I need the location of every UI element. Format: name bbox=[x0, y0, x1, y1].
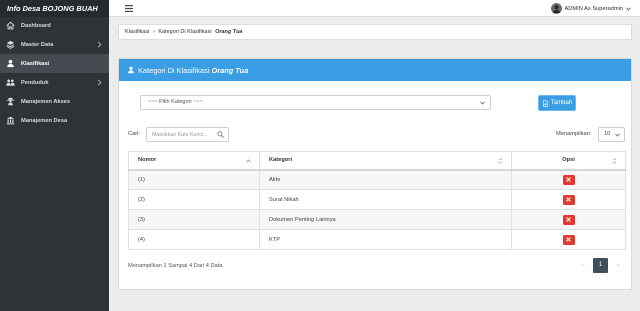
sort-asc-icon bbox=[246, 158, 251, 164]
pagination-next[interactable]: → bbox=[610, 258, 625, 273]
breadcrumb-current-emphasis: Orang Tua bbox=[215, 29, 243, 35]
column-header-label: Kategori bbox=[269, 157, 293, 164]
sidebar-item-manajemen-akses[interactable]: Manajemen Akses bbox=[0, 92, 109, 111]
pagination-prev[interactable]: ← bbox=[576, 258, 591, 273]
app-brand[interactable]: Info Desa BOJONG BUAH bbox=[0, 0, 109, 17]
avatar bbox=[550, 3, 562, 14]
page-size-value: 10 bbox=[604, 131, 611, 137]
column-header-nomor[interactable]: Nomor bbox=[128, 151, 260, 171]
cell-opsi bbox=[511, 229, 626, 250]
top-navbar: ADMIN As Superadmin bbox=[109, 0, 640, 17]
add-button[interactable]: Tambah bbox=[538, 95, 576, 111]
user-icon bbox=[6, 59, 15, 68]
search-icon[interactable] bbox=[217, 131, 224, 138]
table-row: (2) Surat Nikah bbox=[128, 189, 626, 210]
column-header-label: Opsi bbox=[562, 157, 575, 164]
delete-button[interactable] bbox=[562, 194, 575, 205]
chevron-down-icon bbox=[626, 7, 631, 11]
sort-icon bbox=[498, 158, 503, 164]
table-header-row: Nomor Kategori Opsi bbox=[128, 151, 626, 171]
column-header-opsi[interactable]: Opsi bbox=[511, 151, 626, 171]
chevron-right-icon bbox=[97, 41, 102, 48]
table-summary: Menampilkan 1 Sampai 4 Dari 4 Data bbox=[128, 263, 223, 269]
user-name: ADMIN As Superadmin bbox=[564, 5, 623, 12]
cell-nomor: (1) bbox=[128, 169, 260, 190]
home-icon bbox=[6, 21, 15, 30]
panel-header: Kategori Di Klasifikasi Orang Tua bbox=[119, 59, 631, 81]
cell-kategori: Surat Nikah bbox=[259, 189, 512, 210]
pagination: ← 1 → bbox=[576, 258, 625, 273]
category-select-value: ~~~ Pilih Kategori ~~~ bbox=[148, 99, 203, 105]
sidebar-item-label: Dashboard bbox=[21, 22, 51, 29]
user-icon bbox=[127, 66, 135, 74]
sidebar-nav: Dashboard Master Data Klasifikasi Pendud… bbox=[0, 16, 109, 130]
cell-nomor: (4) bbox=[128, 229, 260, 250]
cell-opsi bbox=[511, 209, 626, 230]
pagination-page-current[interactable]: 1 bbox=[593, 258, 608, 273]
sidebar-item-label: Master Data bbox=[21, 41, 54, 48]
delete-button[interactable] bbox=[562, 234, 575, 245]
table-row: (3) Dokumen Penting Lainnya bbox=[128, 209, 626, 230]
sidebar-item-master-data[interactable]: Master Data bbox=[0, 35, 109, 54]
cell-kategori: KTP bbox=[259, 229, 512, 250]
cell-kategori: Akte bbox=[259, 169, 512, 190]
category-table: Nomor Kategori Opsi (1) Akte (2) Surat N… bbox=[128, 151, 626, 250]
page-size-select[interactable]: 10 bbox=[598, 127, 625, 142]
delete-icon bbox=[566, 237, 571, 242]
users-icon bbox=[6, 78, 15, 87]
layers-icon bbox=[6, 40, 15, 49]
delete-icon bbox=[566, 197, 571, 202]
user-secret-icon bbox=[6, 97, 15, 106]
category-panel: Kategori Di Klasifikasi Orang Tua ~~~ Pi… bbox=[118, 58, 632, 290]
page-size-label: Menampilkan: bbox=[556, 131, 592, 137]
chevron-down-icon bbox=[480, 101, 485, 105]
table-row: (4) KTP bbox=[128, 229, 626, 250]
user-menu[interactable]: ADMIN As Superadmin bbox=[550, 2, 631, 15]
cell-nomor: (2) bbox=[128, 189, 260, 210]
delete-icon bbox=[566, 217, 571, 222]
add-button-label: Tambah bbox=[550, 100, 573, 106]
hamburger-icon[interactable] bbox=[125, 5, 133, 12]
sidebar-item-label: Manajemen Akses bbox=[21, 98, 71, 105]
search-box bbox=[146, 127, 229, 142]
delete-button[interactable] bbox=[562, 174, 575, 185]
cell-kategori: Dokumen Penting Lainnya bbox=[259, 209, 512, 230]
sidebar-item-penduduk[interactable]: Penduduk bbox=[0, 73, 109, 92]
sidebar-item-klasifikasi[interactable]: Klasifikasi bbox=[0, 54, 109, 73]
panel-title: Kategori Di Klasifikasi bbox=[138, 65, 210, 75]
panel-title-emphasis: Orang Tua bbox=[211, 65, 249, 75]
column-header-kategori[interactable]: Kategori bbox=[259, 151, 512, 171]
breadcrumb-current: Kategori Di Klasifikasi bbox=[158, 29, 212, 35]
sidebar-item-label: Manajemen Desa bbox=[21, 117, 68, 124]
sidebar-item-label: Penduduk bbox=[21, 79, 49, 86]
delete-icon bbox=[566, 177, 571, 183]
search-label: Cari: bbox=[128, 131, 141, 137]
bank-icon bbox=[6, 116, 15, 125]
sidebar-item-manajemen-desa[interactable]: Manajemen Desa bbox=[0, 111, 109, 130]
breadcrumb-separator: › bbox=[152, 29, 155, 35]
delete-button[interactable] bbox=[562, 214, 575, 225]
cell-opsi bbox=[511, 189, 626, 210]
cell-opsi bbox=[511, 169, 626, 190]
sidebar: Info Desa BOJONG BUAH Dashboard Master D… bbox=[0, 0, 109, 311]
category-select[interactable]: ~~~ Pilih Kategori ~~~ bbox=[140, 95, 491, 110]
file-plus-icon bbox=[542, 99, 549, 107]
sidebar-item-dashboard[interactable]: Dashboard bbox=[0, 16, 109, 35]
breadcrumb-link-klasifikasi[interactable]: Klasifikasi bbox=[125, 29, 149, 35]
chevron-right-icon bbox=[97, 79, 102, 86]
sort-icon bbox=[612, 158, 617, 164]
sidebar-item-label: Klasifikasi bbox=[21, 60, 50, 67]
chevron-down-icon bbox=[615, 133, 620, 137]
column-header-label: Nomor bbox=[138, 157, 157, 164]
breadcrumb: Klasifikasi › Kategori Di Klasifikasi Or… bbox=[118, 24, 632, 40]
cell-nomor: (3) bbox=[128, 209, 260, 230]
table-row: (1) Akte bbox=[128, 169, 626, 190]
